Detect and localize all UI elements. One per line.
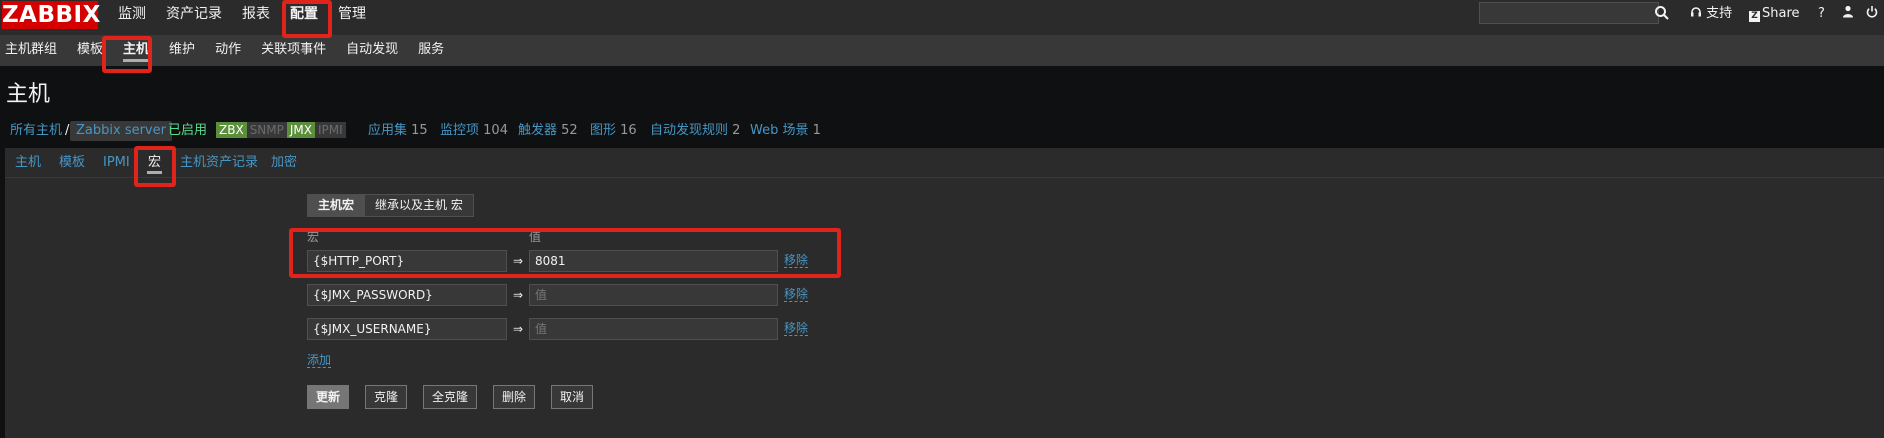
web-label[interactable]: Web 场景 [750, 123, 808, 138]
breadcrumb-host[interactable]: Zabbix server [70, 121, 172, 141]
full-clone-button[interactable]: 全克隆 [423, 385, 478, 409]
search-icon[interactable] [1654, 5, 1670, 21]
triggers-count: 52 [561, 123, 578, 138]
breadcrumb-host-wrap: Zabbix server [70, 116, 172, 145]
macro-arrow: ⇒ [513, 288, 524, 302]
host-status[interactable]: 已启用 [168, 116, 207, 145]
discovery-link[interactable]: 自动发现规则 2 [650, 116, 740, 145]
macro-name-input[interactable] [307, 284, 507, 306]
menu-configuration[interactable]: 配置 [280, 0, 328, 35]
applications-label[interactable]: 应用集 [368, 123, 407, 138]
macro-scope-toggle: 主机宏 继承以及主机 宏 [307, 194, 474, 217]
triggers-label[interactable]: 触发器 [518, 123, 557, 138]
discovery-count: 2 [732, 123, 741, 138]
host-tabs: 主机 模板 IPMI 宏 主机资产记录 加密 [5, 148, 1884, 178]
submenu-hosts[interactable]: 主机 [113, 35, 159, 66]
submenu-templates[interactable]: 模板 [67, 35, 113, 66]
share-link[interactable]: Z Share [1749, 4, 1800, 24]
applications-count: 15 [411, 123, 428, 138]
support-label: 支持 [1706, 6, 1733, 21]
web-link[interactable]: Web 场景 1 [750, 116, 821, 145]
discovery-label[interactable]: 自动发现规则 [650, 123, 728, 138]
items-link[interactable]: 监控项 104 [440, 116, 508, 145]
badge-snmp: SNMP [246, 122, 287, 138]
badge-jmx: JMX [286, 122, 315, 138]
remove-macro-button[interactable]: 移除 [784, 253, 809, 268]
sub-menu: 主机群组 模板 主机 维护 动作 关联项事件 自动发现 服务 [0, 35, 1884, 66]
share-icon: Z [1749, 11, 1760, 22]
macro-value-input[interactable] [529, 250, 778, 272]
tab-inventory[interactable]: 主机资产记录 [180, 148, 258, 178]
add-macro-button[interactable]: 添加 [307, 353, 332, 368]
logout-link[interactable] [1866, 4, 1878, 24]
zabbix-logo[interactable]: ZABBIX [2, 1, 100, 29]
tab-ipmi[interactable]: IPMI [103, 148, 130, 178]
items-count: 104 [483, 123, 508, 138]
macro-value-input[interactable] [529, 318, 778, 340]
breadcrumb-all-hosts[interactable]: 所有主机 [10, 116, 62, 145]
submenu-correlation[interactable]: 关联项事件 [251, 35, 336, 66]
top-header: ZABBIX 监测 资产记录 报表 配置 管理 支持 Z Share ? [0, 0, 1884, 35]
update-button[interactable]: 更新 [307, 385, 350, 409]
user-icon [1843, 5, 1853, 18]
tab-templates[interactable]: 模板 [59, 148, 85, 178]
help-link[interactable]: ? [1818, 4, 1825, 24]
macro-value-input[interactable] [529, 284, 778, 306]
inherited-macros-toggle[interactable]: 继承以及主机 宏 [364, 195, 473, 216]
macro-column-header: 宏 [307, 230, 320, 244]
menu-inventory[interactable]: 资产记录 [156, 0, 232, 35]
macro-name-input[interactable] [307, 318, 507, 340]
remove-macro-button[interactable]: 移除 [784, 321, 809, 336]
breadcrumb: 所有主机 / Zabbix server 已启用 ZBX SNMP JMX IPMI … [0, 116, 1884, 145]
menu-administration[interactable]: 管理 [328, 0, 376, 35]
remove-macro-button[interactable]: 移除 [784, 287, 809, 302]
macro-name-input[interactable] [307, 250, 507, 272]
graphs-label[interactable]: 图形 [590, 123, 616, 138]
triggers-link[interactable]: 触发器 52 [518, 116, 578, 145]
cancel-button[interactable]: 取消 [551, 385, 594, 409]
tab-host[interactable]: 主机 [15, 148, 41, 178]
value-column-header: 值 [529, 230, 542, 244]
macro-arrow: ⇒ [513, 254, 524, 268]
graphs-link[interactable]: 图形 16 [590, 116, 637, 145]
host-form-panel: 主机 模板 IPMI 宏 主机资产记录 加密 主机宏 继承以及主机 宏 宏 值 … [5, 148, 1884, 438]
main-menu: 监测 资产记录 报表 配置 管理 [108, 0, 376, 35]
share-label: Share [1762, 6, 1800, 21]
headset-icon [1691, 7, 1701, 17]
applications-link[interactable]: 应用集 15 [368, 116, 428, 145]
submenu-maintenance[interactable]: 维护 [159, 35, 205, 66]
host-macros-toggle[interactable]: 主机宏 [308, 195, 365, 216]
user-profile-link[interactable] [1842, 4, 1854, 24]
page-title: 主机 [6, 82, 51, 107]
web-count: 1 [812, 123, 821, 138]
graphs-count: 16 [620, 123, 637, 138]
macro-arrow: ⇒ [513, 322, 524, 336]
submenu-host-groups[interactable]: 主机群组 [0, 35, 67, 66]
items-label[interactable]: 监控项 [440, 123, 479, 138]
breadcrumb-separator: / [65, 123, 70, 138]
menu-reports[interactable]: 报表 [232, 0, 280, 35]
tab-encryption[interactable]: 加密 [271, 148, 297, 178]
delete-button[interactable]: 删除 [493, 385, 536, 409]
search-input[interactable] [1479, 2, 1659, 24]
support-link[interactable]: 支持 [1690, 4, 1732, 24]
availability-badges: ZBX SNMP JMX IPMI [216, 116, 346, 145]
submenu-actions[interactable]: 动作 [205, 35, 251, 66]
tab-macros[interactable]: 宏 [146, 148, 163, 178]
badge-ipmi: IPMI [315, 122, 346, 138]
submenu-services[interactable]: 服务 [408, 35, 454, 66]
power-icon [1866, 6, 1878, 18]
submenu-discovery[interactable]: 自动发现 [336, 35, 408, 66]
clone-button[interactable]: 克隆 [365, 385, 408, 409]
menu-monitoring[interactable]: 监测 [108, 0, 156, 35]
badge-zbx: ZBX [216, 122, 247, 138]
